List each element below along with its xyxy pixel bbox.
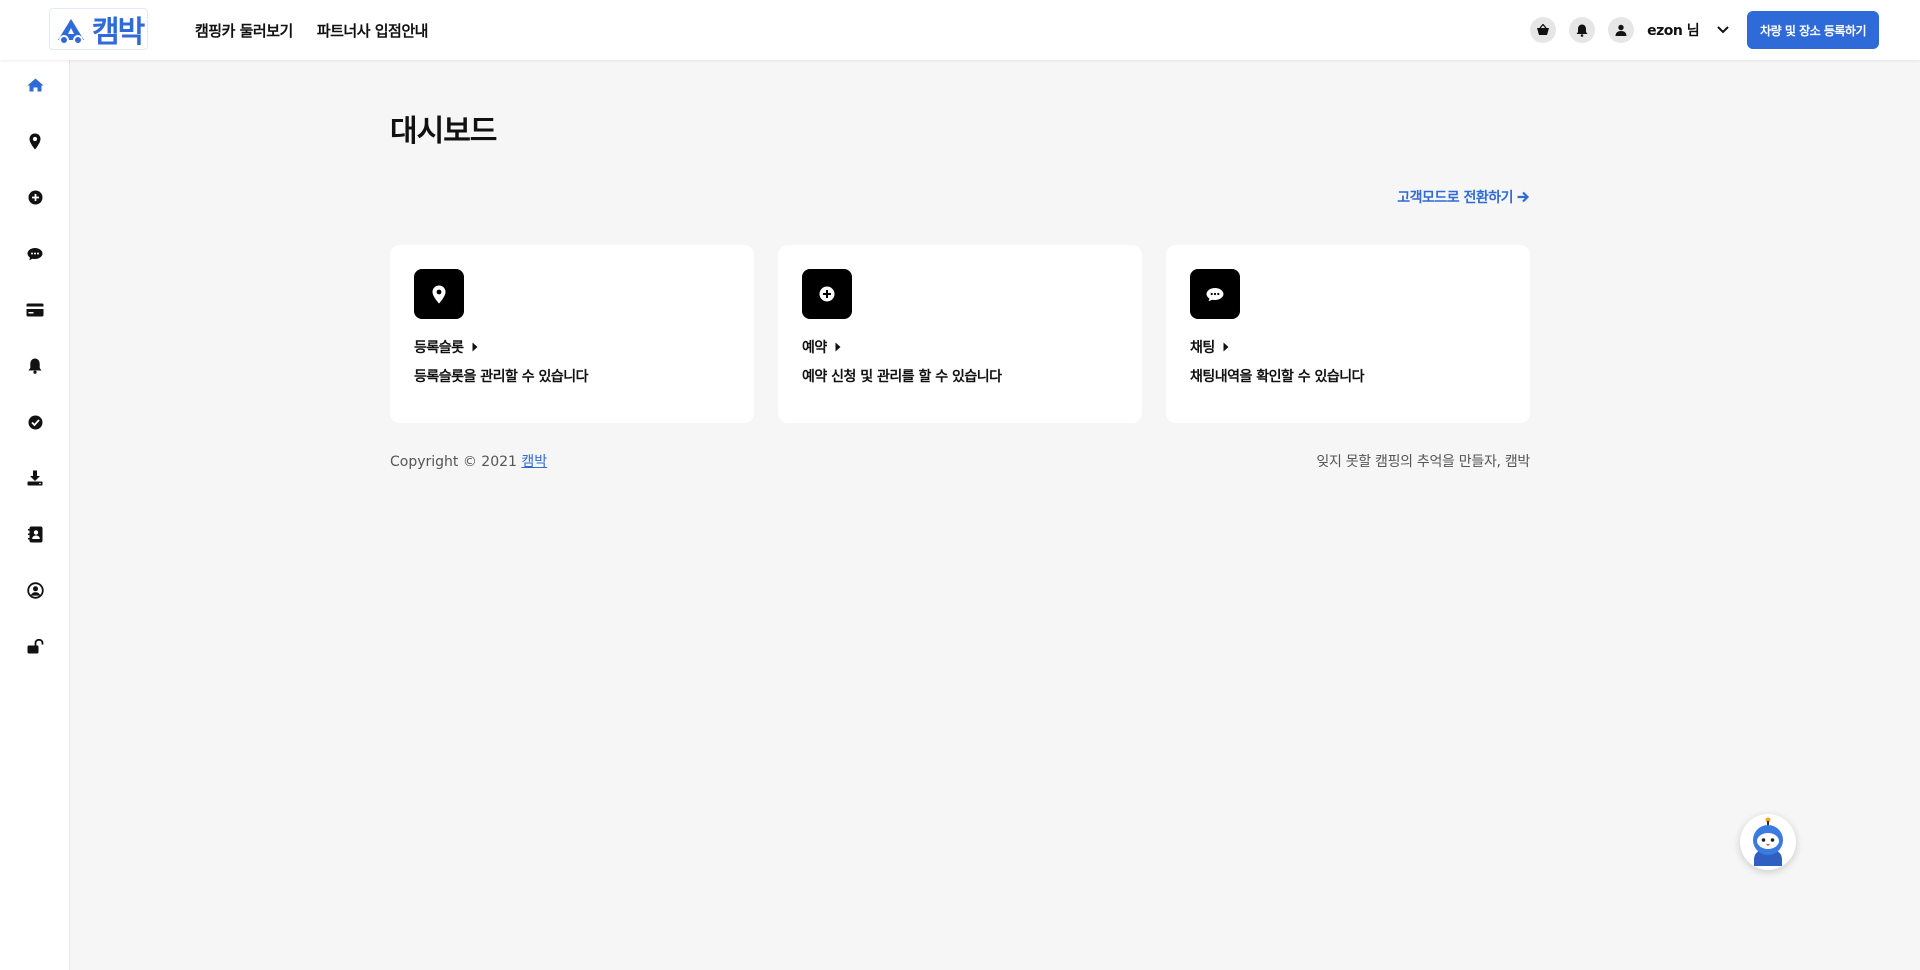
download-icon bbox=[27, 470, 43, 486]
check-circle-icon bbox=[28, 415, 42, 429]
card-icon-box bbox=[414, 269, 464, 319]
notification-button[interactable] bbox=[1569, 17, 1596, 43]
map-pin-icon bbox=[29, 133, 41, 149]
card-title[interactable]: 채팅 bbox=[1190, 337, 1229, 357]
top-navigation-bar: 캠박 캠핑카 둘러보기 파트너사 입점안내 ezon 님 차량 및 장소 등록하… bbox=[0, 0, 1920, 60]
arrow-right-icon bbox=[1517, 191, 1530, 203]
card-description: 채팅내역을 확인할 수 있습니다 bbox=[1190, 369, 1365, 385]
user-circle-icon bbox=[26, 581, 44, 599]
chevron-down-icon bbox=[1717, 26, 1729, 34]
card-title[interactable]: 예약 bbox=[802, 337, 841, 357]
bell-icon bbox=[1576, 24, 1588, 37]
chat-icon bbox=[27, 248, 43, 261]
basket-icon bbox=[1537, 24, 1550, 35]
card-icon-box bbox=[802, 269, 852, 319]
page-title: 대시보드 bbox=[390, 114, 497, 149]
basket-button[interactable] bbox=[1530, 17, 1557, 43]
map-pin-icon bbox=[432, 285, 446, 303]
sidebar-item-account[interactable] bbox=[25, 580, 45, 600]
top-nav: 캠핑카 둘러보기 파트너사 입점안내 bbox=[195, 0, 428, 60]
footer-brand-link[interactable]: 캠박 bbox=[521, 454, 547, 470]
sidebar-item-approval[interactable] bbox=[25, 412, 45, 432]
plus-circle-icon bbox=[28, 190, 42, 204]
caret-right-icon bbox=[835, 342, 841, 352]
card-title-text: 채팅 bbox=[1190, 340, 1215, 356]
top-right-controls: ezon 님 차량 및 장소 등록하기 bbox=[1517, 0, 1879, 60]
sidebar-item-logout[interactable] bbox=[25, 636, 45, 656]
home-icon bbox=[27, 78, 43, 92]
card-description: 등록슬롯을 관리할 수 있습니다 bbox=[414, 369, 589, 385]
chat-icon bbox=[1206, 287, 1224, 301]
card-chat[interactable]: 채팅 채팅내역을 확인할 수 있습니다 bbox=[1166, 245, 1530, 423]
logo[interactable]: 캠박 bbox=[49, 8, 149, 50]
sidebar-item-payment[interactable] bbox=[25, 300, 45, 320]
sidebar-item-notifications[interactable] bbox=[25, 356, 45, 376]
nav-partner-info[interactable]: 파트너사 입점안내 bbox=[317, 20, 429, 41]
sidebar-item-download[interactable] bbox=[25, 468, 45, 488]
card-title-text: 예약 bbox=[802, 340, 827, 356]
credit-card-icon bbox=[26, 303, 44, 317]
robot-mascot-icon bbox=[1753, 817, 1783, 866]
sidebar-item-chat[interactable] bbox=[25, 244, 45, 264]
logo-text: 캠박 bbox=[92, 15, 145, 50]
register-vehicle-place-button[interactable]: 차량 및 장소 등록하기 bbox=[1747, 11, 1879, 49]
address-book-icon bbox=[27, 526, 42, 542]
card-title-text: 등록슬롯 bbox=[414, 340, 464, 356]
user-menu-toggle[interactable] bbox=[1717, 26, 1729, 34]
sidebar-item-home[interactable] bbox=[25, 75, 45, 95]
switch-link-label: 고객모드로 전환하기 bbox=[1397, 190, 1513, 206]
card-description: 예약 신청 및 관리를 할 수 있습니다 bbox=[802, 369, 1002, 385]
card-icon-box bbox=[1190, 269, 1240, 319]
card-reservation[interactable]: 예약 예약 신청 및 관리를 할 수 있습니다 bbox=[778, 245, 1142, 423]
switch-to-customer-mode-link[interactable]: 고객모드로 전환하기 bbox=[1397, 187, 1530, 207]
sidebar-item-location[interactable] bbox=[25, 131, 45, 151]
sidebar-item-contacts[interactable] bbox=[25, 524, 45, 544]
sidebar bbox=[0, 60, 70, 970]
profile-button[interactable] bbox=[1608, 17, 1635, 43]
card-title[interactable]: 등록슬롯 bbox=[414, 337, 478, 357]
bell-icon bbox=[28, 358, 42, 374]
user-name: ezon 님 bbox=[1647, 23, 1700, 39]
unlock-icon bbox=[27, 638, 43, 653]
chatbot-button[interactable] bbox=[1740, 814, 1796, 870]
sidebar-item-reservation[interactable] bbox=[25, 187, 45, 207]
caret-right-icon bbox=[1223, 342, 1229, 352]
copyright-text: Copyright © 2021 bbox=[390, 454, 517, 470]
card-slots[interactable]: 등록슬롯 등록슬롯을 관리할 수 있습니다 bbox=[390, 245, 754, 423]
user-icon bbox=[1615, 24, 1627, 36]
footer-slogan: 잊지 못할 캠핑의 추억을 만들자, 캠박 bbox=[1316, 454, 1530, 470]
plus-circle-icon bbox=[819, 286, 835, 302]
caret-right-icon bbox=[472, 342, 478, 352]
tent-logo-icon bbox=[58, 19, 84, 45]
footer-copyright: Copyright © 2021 캠박 bbox=[390, 451, 547, 471]
nav-browse-campers[interactable]: 캠핑카 둘러보기 bbox=[195, 20, 293, 41]
